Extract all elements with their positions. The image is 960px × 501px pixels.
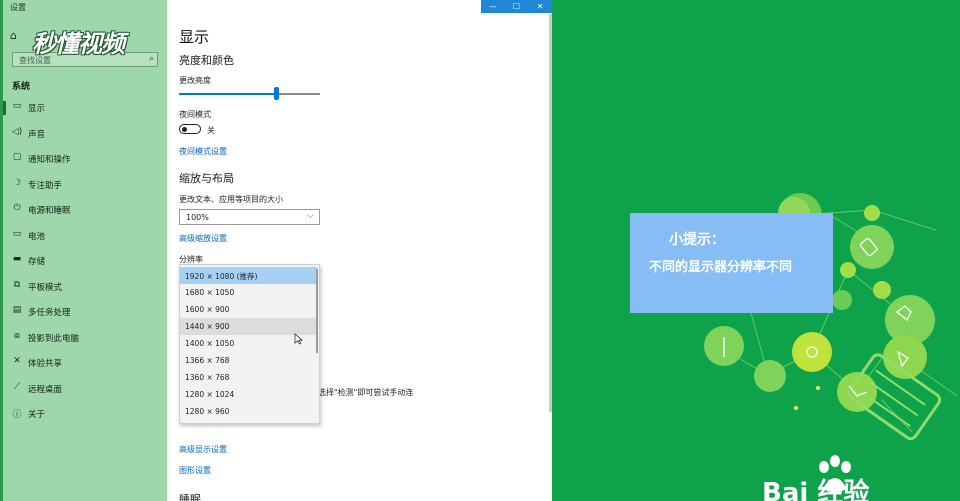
sidebar-item-5[interactable]: ▭ 电池 [0,225,167,247]
minimize-button[interactable]: — [481,0,505,13]
sidebar: 设置 ⌂ 查找设置 ⌕ 系统 ▭ 显示 ◁) 声音 ▢ 通知和操作 ☽ 专注助手 ⏻ 电源和睡眠 ▭… [0,0,167,501]
section-label: 系统 [12,82,31,92]
detect-hint: 选择"检测"即可尝试手动连 [318,388,414,397]
sidebar-item-8[interactable]: ▤ 多任务处理 [0,301,167,323]
sidebar-item-label: 电源和睡眠 [28,206,71,216]
mouse-cursor-icon [294,333,303,345]
maximize-button[interactable]: ☐ [505,0,529,13]
tablet-icon: ⧉ [13,279,21,290]
power-icon: ⏻ [13,203,21,213]
graphics-settings-link[interactable]: 图形设置 [179,465,211,476]
moon-icon: ☽ [12,177,22,188]
resolution-option-label: 1920 × 1080 (推荐) [185,272,258,281]
scale-label: 更改文本、应用等项目的大小 [179,195,283,204]
sidebar-item-label: 专注助手 [28,180,63,191]
monitor-icon: ▭ [12,101,22,111]
night-mode-settings-link[interactable]: 夜间模式设置 [179,146,227,157]
night-mode-state: 关 [207,126,215,135]
sidebar-item-label: 通知和操作 [28,155,71,165]
scale-value: 100% [186,213,209,222]
speaker-icon: ◁) [11,126,23,137]
sidebar-item-2[interactable]: ▢ 通知和操作 [0,148,167,170]
resolution-option-label: 1366 × 768 [185,356,230,365]
resolution-option[interactable]: 1280 × 1024 [180,386,317,403]
brightness-label: 更改亮度 [179,76,211,85]
resolution-option-label: 1400 × 1050 [185,339,235,348]
battery-icon: ▭ [12,228,22,239]
resolution-option-label: 1680 × 1050 [185,288,235,297]
resolution-option[interactable]: 1680 × 1050 [180,284,317,301]
tip-text: 不同的显示器分辨率不同 [649,260,793,275]
sidebar-item-12[interactable]: ⓘ 关于 [0,403,167,425]
window-title: 设置 [10,3,26,12]
brightness-slider-fill [179,93,277,95]
sidebar-item-1[interactable]: ◁) 声音 [0,123,167,145]
sidebar-item-6[interactable]: ▬ 存储 [0,250,167,272]
multitask-icon: ▤ [12,305,22,315]
sidebar-item-label: 平板模式 [28,282,63,293]
resolution-option-label: 1280 × 960 [185,407,230,416]
notification-icon: ▢ [12,152,22,162]
sidebar-item-label: 多任务处理 [28,308,71,318]
resolution-option[interactable]: 1600 × 900 [180,301,317,318]
brightness-slider-thumb[interactable] [274,87,280,100]
sidebar-item-label: 电池 [28,231,46,242]
home-icon[interactable]: ⌂ [10,29,17,42]
close-button[interactable]: ✕ [528,0,552,13]
resolution-option[interactable]: 1920 × 1080 (推荐) [180,267,317,284]
sidebar-item-label: 显示 [28,104,46,114]
brightness-slider-track[interactable] [179,93,320,95]
storage-icon: ▬ [12,254,22,264]
search-icon: ⌕ [148,54,154,64]
resolution-option[interactable]: 1280 × 960 [180,403,317,420]
sidebar-item-label: 远程桌面 [28,384,63,395]
page-title: 显示 [179,28,210,46]
sidebar-item-3[interactable]: ☽ 专注助手 [0,174,167,196]
tip-title: 小提示： [669,232,725,248]
night-mode-toggle[interactable] [179,124,201,134]
dropdown-scrollbar[interactable] [316,269,318,353]
sidebar-item-11[interactable]: ⟋ 远程桌面 [0,378,167,400]
sidebar-item-label: 体验共享 [28,359,63,369]
sidebar-item-label: 存储 [28,257,46,267]
sidebar-item-7[interactable]: ⧉ 平板模式 [0,276,167,298]
toggle-knob [182,126,187,132]
settings-window: 设置 ⌂ 查找设置 ⌕ 系统 ▭ 显示 ◁) 声音 ▢ 通知和操作 ☽ 专注助手 ⏻ 电源和睡眠 ▭… [0,0,552,501]
brightness-heading: 亮度和颜色 [179,54,234,67]
sidebar-item-label: 投影到此电脑 [28,333,80,344]
sidebar-item-label: 声音 [28,129,46,140]
baidu-jingyan-logo: Bai 经验 [762,478,870,501]
chevron-down-icon: ⌵ [307,211,314,221]
advanced-display-link[interactable]: 高级显示设置 [179,444,227,455]
sidebar-item-9[interactable]: ⧈ 投影到此电脑 [0,327,167,349]
sidebar-item-4[interactable]: ⏻ 电源和睡眠 [0,199,167,221]
scale-heading: 缩放与布局 [179,172,234,185]
resolution-option-label: 1280 × 1024 [185,390,235,399]
remote-icon: ⟋ [13,381,21,392]
sidebar-item-label: 关于 [28,410,46,420]
night-mode-label: 夜间模式 [179,110,211,119]
share-icon: ✕ [13,356,21,366]
resolution-option[interactable]: 1366 × 768 [180,352,317,369]
resolution-option-label: 1360 × 768 [185,373,230,382]
advanced-scale-link[interactable]: 高级缩放设置 [179,233,227,244]
resolution-option-label: 1600 × 900 [185,305,230,314]
resolution-option-label: 1440 × 900 [185,322,230,331]
watermark-logo: 秒懂视频 [32,30,125,58]
resolution-option[interactable]: 1360 × 768 [180,369,317,386]
main-content [167,0,552,501]
window-controls: — ☐ ✕ [481,0,552,13]
info-icon: ⓘ [12,410,22,420]
project-icon: ⧈ [14,330,20,341]
bottom-heading: 睡眠 [179,493,201,501]
scale-select[interactable]: 100% ⌵ [179,209,320,225]
sidebar-item-10[interactable]: ✕ 体验共享 [0,352,167,374]
sidebar-item-0[interactable]: ▭ 显示 [0,97,167,119]
